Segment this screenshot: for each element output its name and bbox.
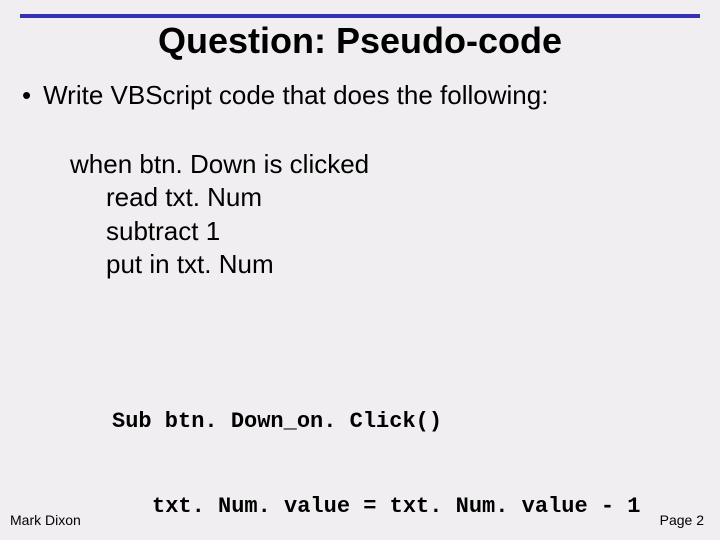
bullet-item: • Write VBScript code that does the foll…	[22, 80, 548, 111]
slide-title: Question: Pseudo-code	[0, 20, 720, 62]
pseudo-line-3: subtract 1	[106, 215, 369, 248]
bullet-marker: •	[22, 80, 31, 111]
pseudo-line-4: put in txt. Num	[106, 248, 369, 281]
code-block: Sub btn. Down_on. Click() txt. Num. valu…	[112, 352, 640, 540]
code-line-1: Sub btn. Down_on. Click()	[112, 408, 640, 436]
code-line-2: txt. Num. value = txt. Num. value - 1	[152, 493, 640, 521]
pseudo-line-1: when btn. Down is clicked	[70, 148, 369, 181]
footer-page-number: Page 2	[660, 512, 704, 528]
pseudocode-block: when btn. Down is clicked read txt. Num …	[70, 148, 369, 281]
title-rule	[20, 14, 700, 18]
pseudo-line-2: read txt. Num	[106, 181, 369, 214]
slide: Question: Pseudo-code • Write VBScript c…	[0, 0, 720, 540]
bullet-text: Write VBScript code that does the follow…	[43, 80, 548, 111]
footer-author: Mark Dixon	[10, 512, 81, 528]
